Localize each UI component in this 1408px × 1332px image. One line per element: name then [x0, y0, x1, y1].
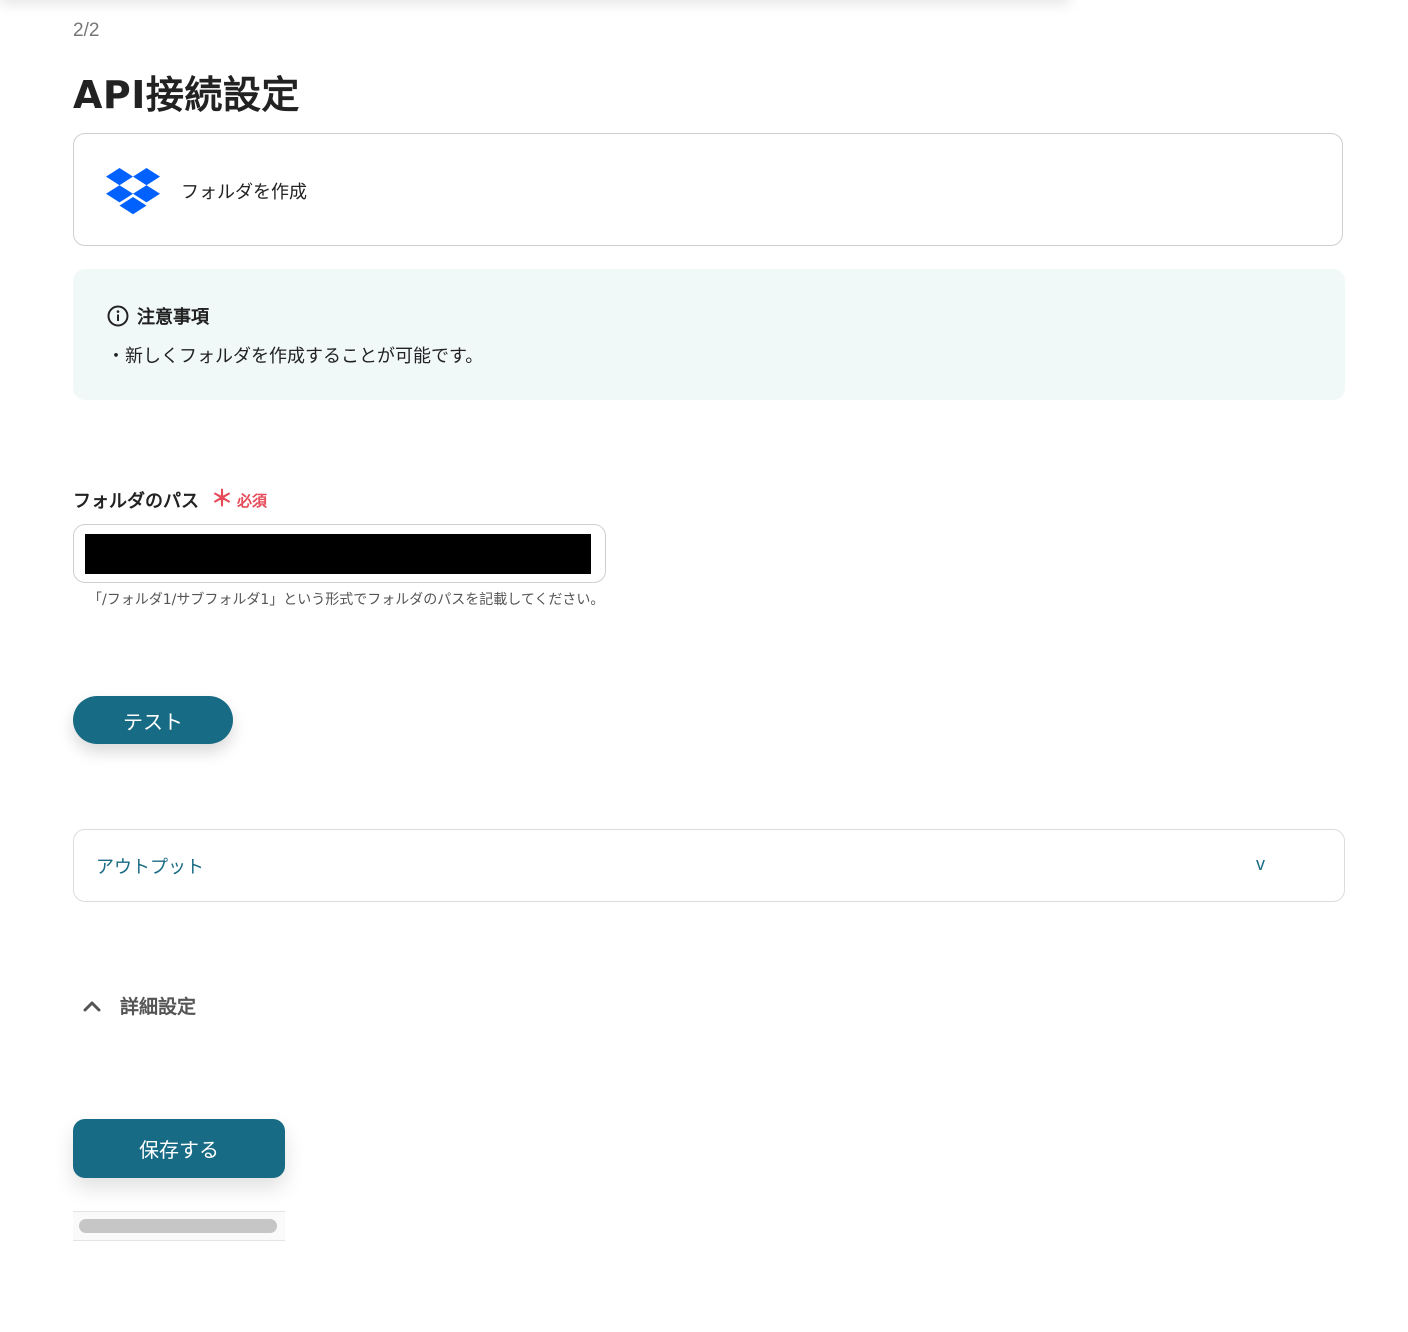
save-button[interactable]: 保存する	[73, 1119, 285, 1178]
scrollbar-thumb[interactable]	[79, 1219, 277, 1233]
notice-header: 注意事項	[107, 303, 209, 329]
output-label: アウトプット	[96, 857, 204, 878]
folder-path-help: 「/フォルダ1/サブフォルダ1」という形式でフォルダのパスを記載してください。	[88, 592, 605, 608]
info-icon	[107, 305, 129, 327]
required-badge: 必須	[237, 491, 268, 510]
advanced-settings-toggle[interactable]: 詳細設定	[80, 992, 196, 1019]
test-button[interactable]: テスト	[73, 696, 233, 744]
chevron-up-icon	[83, 1001, 101, 1011]
step-indicator: 2/2	[73, 20, 100, 41]
page-title: API接続設定	[73, 73, 300, 117]
notice-box: 注意事項 ・新しくフォルダを作成することが可能です。	[73, 269, 1345, 400]
action-name: フォルダを作成	[181, 182, 307, 203]
output-accordion[interactable]: アウトプット v	[73, 829, 1345, 902]
notice-body: ・新しくフォルダを作成することが可能です。	[107, 346, 484, 367]
chevron-down-icon[interactable]: v	[1256, 854, 1265, 875]
action-card: フォルダを作成	[73, 133, 1343, 246]
folder-path-label-row: フォルダのパス ＊ 必須	[73, 487, 267, 513]
required-asterisk-icon: ＊	[211, 487, 234, 512]
advanced-settings-label: 詳細設定	[120, 996, 197, 1018]
horizontal-scrollbar[interactable]	[73, 1211, 285, 1241]
dropbox-icon	[106, 168, 160, 215]
notice-title: 注意事項	[137, 307, 209, 328]
folder-path-label: フォルダのパス	[73, 491, 199, 512]
redacted-value	[85, 534, 591, 574]
folder-path-input[interactable]	[73, 524, 606, 583]
